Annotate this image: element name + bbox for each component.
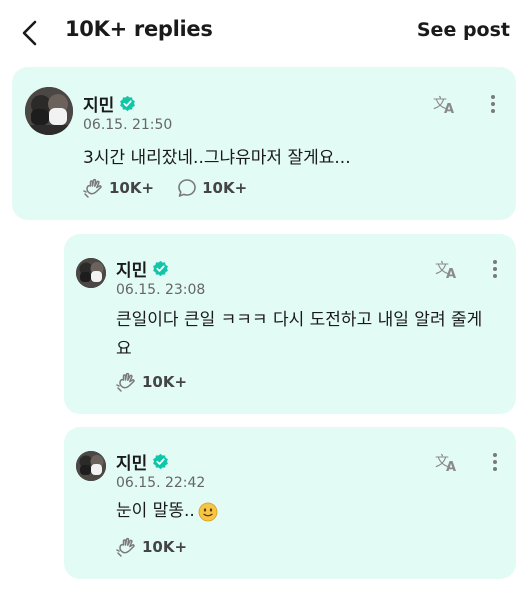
reply-actions: 10K+ <box>116 371 209 393</box>
avatar-image <box>25 87 73 135</box>
author-row: 지민 <box>116 256 169 281</box>
post-text: 3시간 내리잤네..그냐유마저 잘게요... <box>83 148 351 168</box>
reply-text-row: 눈이 말똥.. <box>116 497 486 526</box>
reply-actions: 10K+ <box>116 536 209 558</box>
reply-text: 큰일이다 큰일 ㅋㅋㅋ 다시 도전하고 내일 알려 줄게요 <box>116 310 483 359</box>
reply-timestamp: 06.15. 22:42 <box>116 475 206 491</box>
post-actions: 10K+ 10K+ <box>83 177 269 199</box>
like-button[interactable]: 10K+ <box>116 371 187 393</box>
like-icon <box>116 372 135 392</box>
author-name[interactable]: 지민 <box>83 91 114 116</box>
top-bar: 10K+ replies See post <box>0 0 528 66</box>
post-timestamp: 06.15. 21:50 <box>83 117 173 133</box>
like-icon <box>83 178 102 198</box>
author-name[interactable]: 지민 <box>116 449 147 474</box>
avatar[interactable] <box>25 87 73 135</box>
reply-card: 지민 06.15. 23:08 큰일이다 큰일 ㅋㅋㅋ 다시 도전하고 내일 알… <box>64 234 516 414</box>
like-count: 10K+ <box>109 179 155 197</box>
like-count: 10K+ <box>142 373 188 391</box>
reply-text: 눈이 말똥.. <box>116 501 195 521</box>
page-title: 10K+ replies <box>65 17 213 41</box>
translate-icon[interactable]: 文 A <box>434 258 460 280</box>
like-count: 10K+ <box>142 538 188 556</box>
avatar[interactable] <box>76 258 106 288</box>
reply-card: 지민 06.15. 22:42 눈이 말똥.. 文 A 10K+ <box>64 427 516 579</box>
avatar-image <box>76 258 106 288</box>
author-row: 지민 <box>83 91 136 116</box>
verified-badge-icon <box>153 453 169 470</box>
svg-text:A: A <box>444 102 454 115</box>
author-row: 지민 <box>116 449 169 474</box>
verified-badge-icon <box>153 260 169 277</box>
reply-timestamp: 06.15. 23:08 <box>116 282 206 298</box>
comment-button[interactable]: 10K+ <box>176 177 247 199</box>
like-icon <box>116 537 135 557</box>
avatar[interactable] <box>76 451 106 481</box>
avatar-image <box>76 451 106 481</box>
more-options-icon[interactable] <box>488 93 498 115</box>
translate-icon[interactable]: 文 A <box>434 451 460 473</box>
slightly-smiling-face-icon <box>198 502 218 521</box>
back-button[interactable] <box>16 18 46 48</box>
see-post-link[interactable]: See post <box>417 19 510 41</box>
svg-text:A: A <box>446 267 456 280</box>
like-button[interactable]: 10K+ <box>83 177 154 199</box>
chevron-left-icon <box>22 20 37 46</box>
svg-text:A: A <box>446 460 456 473</box>
main-post-card: 지민 06.15. 21:50 3시간 내리잤네..그냐유마저 잘게요... 文… <box>12 67 516 220</box>
comment-icon <box>178 179 196 197</box>
like-button[interactable]: 10K+ <box>116 536 187 558</box>
more-options-icon[interactable] <box>490 451 500 473</box>
translate-icon[interactable]: 文 A <box>432 93 458 115</box>
verified-badge-icon <box>120 95 136 112</box>
author-name[interactable]: 지민 <box>116 256 147 281</box>
comment-count: 10K+ <box>202 179 248 197</box>
more-options-icon[interactable] <box>490 258 500 280</box>
